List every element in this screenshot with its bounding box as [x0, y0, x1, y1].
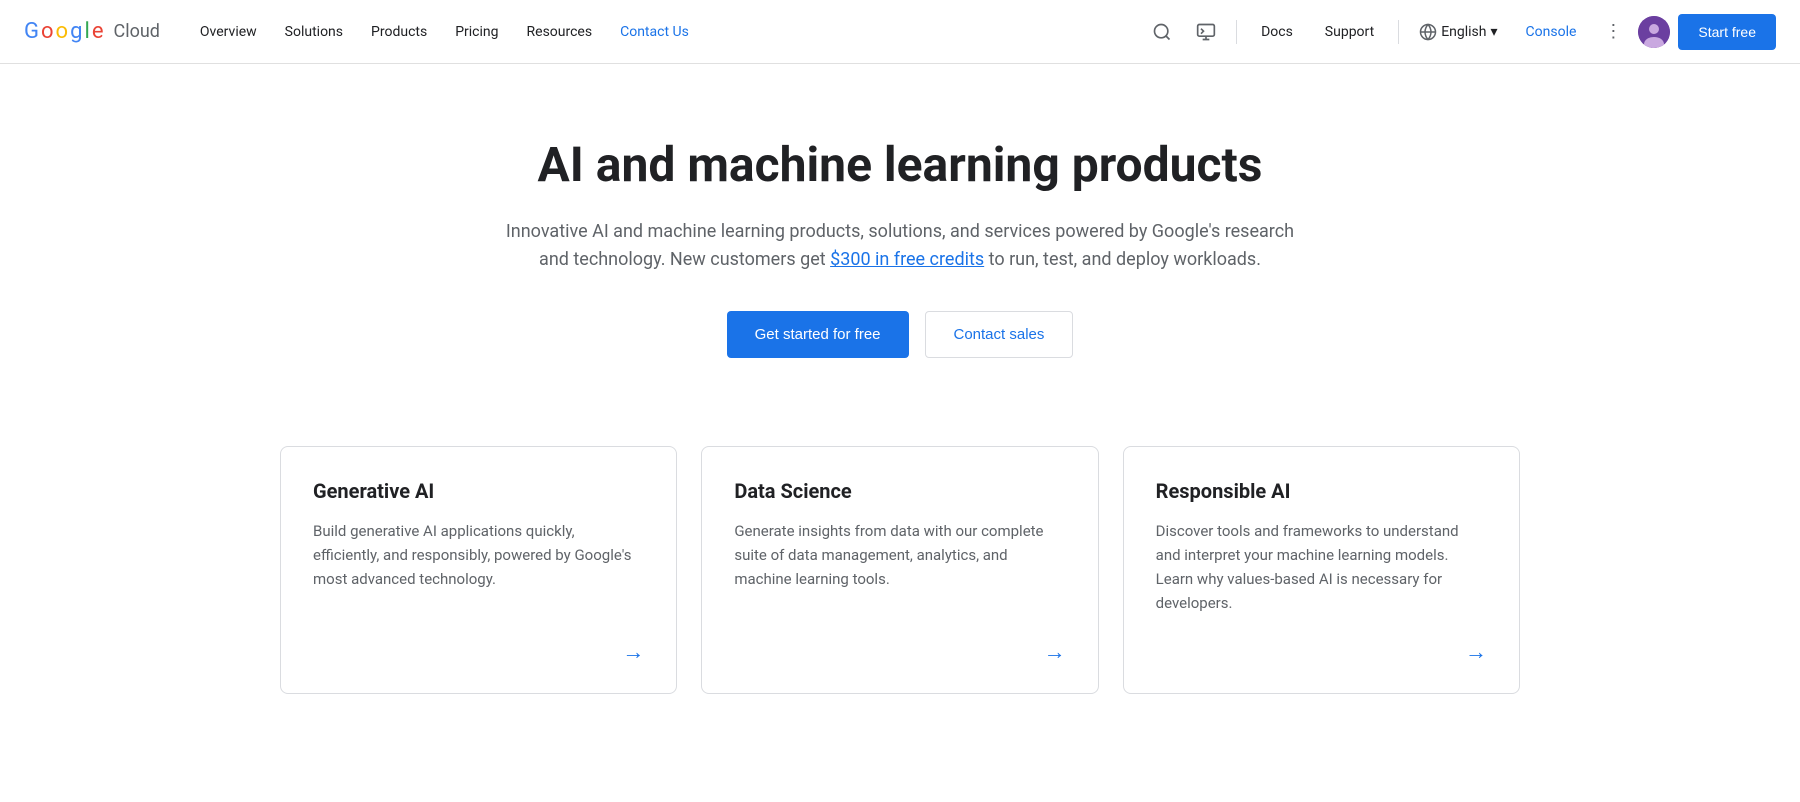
credits-link[interactable]: $300 in free credits	[830, 249, 984, 270]
nav-link-products[interactable]: Products	[359, 16, 439, 48]
card-data-science-description: Generate insights from data with our com…	[734, 519, 1065, 615]
get-started-button[interactable]: Get started for free	[727, 311, 909, 358]
search-button[interactable]	[1144, 14, 1180, 50]
google-logo: Google	[24, 19, 103, 44]
card-generative-ai-arrow: →	[313, 639, 644, 665]
nav-link-resources[interactable]: Resources	[515, 16, 605, 48]
hero-description: Innovative AI and machine learning produ…	[494, 218, 1306, 276]
support-link[interactable]: Support	[1313, 16, 1386, 48]
card-data-science-title: Data Science	[734, 479, 1065, 503]
more-options-button[interactable]: ⋮	[1596, 13, 1630, 50]
hero-desc-part2: to run, test, and deploy workloads.	[984, 249, 1261, 270]
card-data-science-arrow: →	[734, 639, 1065, 665]
terminal-button[interactable]	[1188, 14, 1224, 50]
hero-title: AI and machine learning products	[494, 136, 1306, 194]
globe-icon	[1419, 23, 1437, 41]
chevron-down-icon: ▾	[1491, 24, 1498, 40]
nav-divider	[1236, 20, 1237, 44]
arrow-icon: →	[622, 639, 644, 665]
nav-link-solutions[interactable]: Solutions	[273, 16, 355, 48]
arrow-icon: →	[1044, 639, 1066, 665]
card-responsible-ai-arrow: →	[1156, 639, 1487, 665]
card-responsible-ai-description: Discover tools and frameworks to underst…	[1156, 519, 1487, 615]
navbar: Google Cloud Overview Solutions Products…	[0, 0, 1800, 64]
language-label: English	[1441, 24, 1486, 40]
cards-section: Generative AI Build generative AI applic…	[200, 414, 1600, 774]
user-avatar[interactable]	[1638, 16, 1670, 48]
card-generative-ai[interactable]: Generative AI Build generative AI applic…	[280, 446, 677, 694]
nav-link-contact[interactable]: Contact Us	[608, 16, 701, 48]
start-free-button[interactable]: Start free	[1678, 14, 1776, 50]
card-responsible-ai-title: Responsible AI	[1156, 479, 1487, 503]
nav-divider-2	[1398, 20, 1399, 44]
arrow-icon: →	[1465, 639, 1487, 665]
nav-link-pricing[interactable]: Pricing	[443, 16, 510, 48]
avatar-icon	[1638, 16, 1670, 48]
contact-sales-button[interactable]: Contact sales	[925, 311, 1074, 358]
card-responsible-ai[interactable]: Responsible AI Discover tools and framew…	[1123, 446, 1520, 694]
card-data-science[interactable]: Data Science Generate insights from data…	[701, 446, 1098, 694]
card-generative-ai-description: Build generative AI applications quickly…	[313, 519, 644, 615]
logo-link[interactable]: Google Cloud	[24, 19, 160, 44]
hero-buttons: Get started for free Contact sales	[494, 311, 1306, 358]
docs-link[interactable]: Docs	[1249, 16, 1305, 48]
cards-grid: Generative AI Build generative AI applic…	[280, 446, 1520, 694]
hero-section: AI and machine learning products Innovat…	[470, 64, 1330, 414]
nav-links: Overview Solutions Products Pricing Reso…	[188, 16, 1144, 48]
console-link[interactable]: Console	[1514, 16, 1589, 48]
nav-link-overview[interactable]: Overview	[188, 16, 269, 48]
cloud-text: Cloud	[113, 21, 159, 42]
language-selector[interactable]: English ▾	[1411, 17, 1505, 47]
card-generative-ai-title: Generative AI	[313, 479, 644, 503]
nav-right: Docs Support English ▾ Console ⋮ Start f…	[1144, 13, 1776, 50]
